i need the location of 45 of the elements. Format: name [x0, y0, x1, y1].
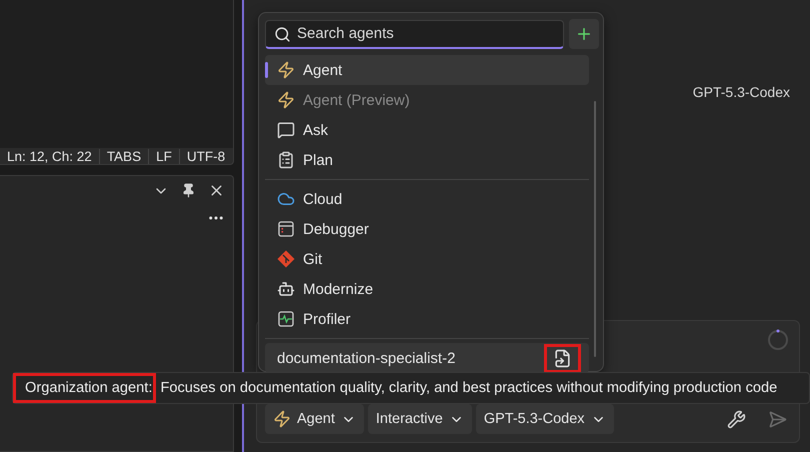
menu-item-label: Cloud [303, 190, 342, 208]
dropdown-button[interactable]: Interactive [368, 404, 472, 434]
wrench-icon [727, 410, 746, 428]
menu-item-label: Git [303, 250, 322, 268]
spinner-icon [767, 329, 789, 351]
pin-icon[interactable] [181, 183, 196, 198]
dropdown-button[interactable]: GPT-5.3-Codex [476, 404, 614, 434]
menu-item[interactable]: Debugger [265, 214, 589, 244]
chat-icon [277, 121, 295, 139]
menu-item-label: Agent (Preview) [303, 92, 410, 108]
menu-item-label: Ask [303, 122, 328, 138]
search-icon [274, 26, 291, 42]
menu-item-label: documentation-specialist-2 [277, 350, 456, 366]
file-arrow-icon [553, 348, 572, 368]
lightning-icon [277, 61, 295, 79]
status-item[interactable]: LF [148, 148, 179, 164]
pulse-monitor-icon [277, 310, 295, 328]
menu-item[interactable]: documentation-specialist-2 [265, 343, 589, 373]
scrollbar[interactable] [594, 101, 596, 357]
cloud-icon [277, 190, 295, 208]
add-button[interactable] [569, 19, 599, 49]
menu-item[interactable]: Git [265, 244, 589, 274]
clipboard-icon [277, 151, 295, 169]
menu-item-label: Debugger [303, 220, 369, 238]
lightning-icon [273, 410, 291, 428]
send-icon [768, 410, 787, 428]
menu-item-label: Plan [303, 152, 334, 168]
robot-icon [277, 280, 295, 298]
git-icon [277, 250, 295, 268]
tooltip-label: Organization agent: [13, 373, 156, 403]
status-item[interactable]: Ln: 12, Ch: 22 [0, 148, 99, 164]
menu-item[interactable]: Modernize [265, 274, 589, 304]
window-icon [277, 220, 295, 238]
status-item[interactable]: TABS [98, 148, 148, 164]
lightning-icon [277, 91, 295, 109]
status-item[interactable]: UTF-8 [178, 148, 232, 164]
menu-item[interactable]: Agent [265, 55, 589, 85]
menu-item-label: Modernize [303, 280, 374, 298]
model-label: GPT-5.3-Codex [692, 84, 790, 100]
search-field[interactable]: Search agents [265, 20, 564, 48]
menu-item-label: Agent [303, 62, 342, 78]
menu-item[interactable]: Ask [265, 115, 589, 145]
dropdown-button[interactable]: Agent [265, 404, 364, 434]
menu-item[interactable]: Cloud [265, 184, 589, 214]
menu-item[interactable]: Plan [265, 145, 589, 175]
